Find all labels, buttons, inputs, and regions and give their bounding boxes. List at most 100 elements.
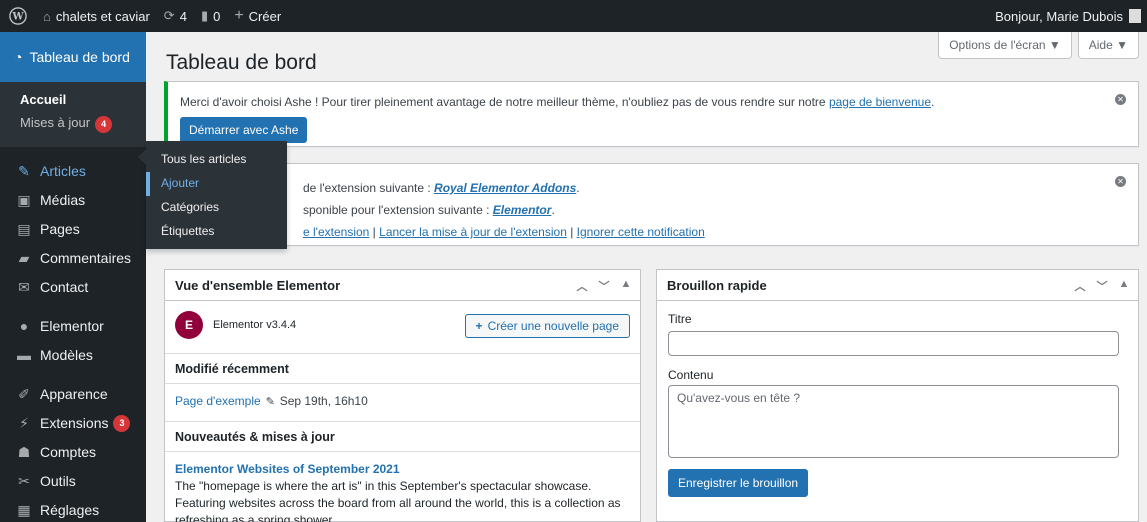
chevron-up-icon[interactable]: ︿ [576,278,588,294]
menu-dashboard-label: Tableau de bord [29,49,130,65]
news-title: Nouveautés & mises à jour [175,430,335,444]
folder-icon: ▬ [17,347,31,363]
elementor-logo-icon: E [175,311,203,339]
comment-icon: ▮ [200,8,209,23]
plugin-update-notice: de l'extension suivante : Royal Elemento… [164,163,1139,246]
new-content-label: Créer [248,8,282,24]
menu-contact-label: Contact [40,279,89,295]
extension-link[interactable]: e l'extension [303,225,369,239]
ashe-notice-text: Merci d'avoir choisi Ashe ! Pour tirer p… [180,95,934,109]
submenu-home[interactable]: Accueil [0,88,146,111]
menu-pages-label: Pages [40,221,80,237]
chevron-down-icon[interactable]: ﹀ [598,278,610,294]
menu-medias[interactable]: ▣ Médias [0,186,146,215]
avatar [1129,9,1141,23]
create-page-button[interactable]: + Créer une nouvelle page [464,314,630,338]
flyout-add-new[interactable]: Ajouter [146,172,287,196]
flyout-all-articles[interactable]: Tous les articles [146,148,287,172]
title-input[interactable] [668,331,1119,356]
quick-draft-box: Brouillon rapide ︿ ﹀ ▲ Titre Contenu Qu'… [656,269,1139,522]
save-draft-button[interactable]: Enregistrer le brouillon [668,469,809,497]
start-ashe-button[interactable]: Démarrer avec Ashe [180,117,308,143]
menu-pages[interactable]: ▤ Pages [0,215,146,244]
recent-page-link[interactable]: Page d'exemple [175,394,261,408]
toggle-arrow-icon[interactable]: ▲ [1118,278,1130,294]
menu-contact[interactable]: ✉ Contact [0,273,146,302]
elementor-overview-box: Vue d'ensemble Elementor ︿ ﹀ ▲ E Element… [164,269,641,522]
svg-text:W: W [11,12,24,23]
pin-icon: ✎ [18,162,30,179]
help-button[interactable]: Aide ▼ [1077,32,1139,59]
elementor-link[interactable]: Elementor [493,203,552,217]
wrench-icon: ✂ [18,472,30,489]
plus-icon: + [475,319,483,333]
chevron-down-icon[interactable]: ﹀ [1096,278,1108,294]
dashboard-submenu: Accueil Mises à jour 4 [0,82,146,147]
notice2-line1-text: de l'extension suivante : [303,181,435,195]
pencil-icon: ✎ [265,396,275,408]
menu-medias-label: Médias [40,192,86,208]
run-update-link[interactable]: Lancer la mise à jour de l'extension [379,225,567,239]
dismiss-icon[interactable]: ✕ [1115,176,1126,187]
plugin-icon: ⚡ [19,414,29,431]
chevron-up-icon[interactable]: ︿ [1074,278,1086,294]
page-title: Tableau de bord [166,51,317,74]
ashe-notice: Merci d'avoir choisi Ashe ! Pour tirer p… [164,81,1139,147]
submenu-updates[interactable]: Mises à jour 4 [0,111,146,137]
menu-models[interactable]: ▬ Modèles [0,341,146,370]
box-controls: ︿ ﹀ ▲ [576,278,632,294]
toggle-arrow-icon[interactable]: ▲ [620,278,632,294]
menu-elementor-label: Elementor [40,318,104,334]
recent-title: Modifié récemment [175,362,289,376]
flyout-categories[interactable]: Catégories [146,196,287,220]
brush-icon: ✐ [18,385,30,402]
news-link[interactable]: Elementor Websites of September 2021 [175,462,400,476]
recent-item: Page d'exemple ✎ Sep 19th, 16h10 [175,394,368,408]
home-icon: ⌂ [43,8,51,24]
menu-settings[interactable]: ▦ Réglages [0,496,146,522]
flyout-tags[interactable]: Étiquettes [146,220,287,244]
dashboard-icon: ◔ [14,49,23,65]
title-label: Titre [668,312,692,326]
royal-addons-link[interactable]: Royal Elementor Addons [434,181,576,195]
wordpress-logo-icon[interactable]: W [0,0,36,32]
welcome-page-link[interactable]: page de bienvenue [829,95,931,109]
menu-extensions-label: Extensions [40,415,109,431]
my-account[interactable]: Bonjour, Marie Dubois [995,0,1147,32]
menu-articles[interactable]: ✎ Articles [0,156,146,186]
menu-comments[interactable]: ▰ Commentaires [0,244,146,273]
notice2-line1-end: . [576,181,580,195]
menu-tools-label: Outils [40,473,76,489]
quick-draft-title: Brouillon rapide [667,277,767,293]
comments-count: 0 [213,8,221,24]
notice2-line1: de l'extension suivante : Royal Elemento… [303,181,580,195]
menu-appearance[interactable]: ✐ Apparence [0,380,146,409]
content-textarea[interactable]: Qu'avez-vous en tête ? [668,385,1119,458]
articles-flyout-menu: Tous les articles Ajouter Catégories Éti… [138,141,287,249]
updates-link[interactable]: ⟳ 4 [157,0,194,32]
menu-models-label: Modèles [40,347,93,363]
site-name-link[interactable]: ⌂ chalets et caviar [36,0,157,32]
news-excerpt: The "homepage is where the art is" in th… [175,479,621,522]
updates-badge: 4 [95,115,113,133]
menu-dashboard[interactable]: ◔ Tableau de bord [0,32,154,82]
mail-icon: ✉ [18,278,30,295]
notice2-line2-text: sponible pour l'extension suivante : [303,203,493,217]
menu-accounts[interactable]: ☗ Comptes [0,438,146,467]
menu-extensions[interactable]: ⚡ Extensions 3 [0,409,146,438]
menu-elementor[interactable]: ● Elementor [0,312,146,341]
admin-bar: W ⌂ chalets et caviar ⟳ 4 ▮ 0 + Créer Bo… [0,0,1147,32]
media-icon: ▣ [17,191,31,208]
box-controls: ︿ ﹀ ▲ [1074,278,1130,294]
comment-icon: ▰ [18,249,30,266]
updates-count: 4 [179,8,187,24]
new-content-link[interactable]: + Créer [227,0,288,32]
screen-options-button[interactable]: Options de l'écran ▼ [938,32,1072,59]
menu-settings-label: Réglages [40,502,100,518]
notice2-line2-end: . [551,203,555,217]
dismiss-icon[interactable]: ✕ [1115,94,1126,105]
ignore-notice-link[interactable]: Ignorer cette notification [577,225,705,239]
notice-text-before: Merci d'avoir choisi Ashe ! Pour tirer p… [180,95,829,109]
comments-link[interactable]: ▮ 0 [194,0,227,32]
menu-tools[interactable]: ✂ Outils [0,467,146,496]
